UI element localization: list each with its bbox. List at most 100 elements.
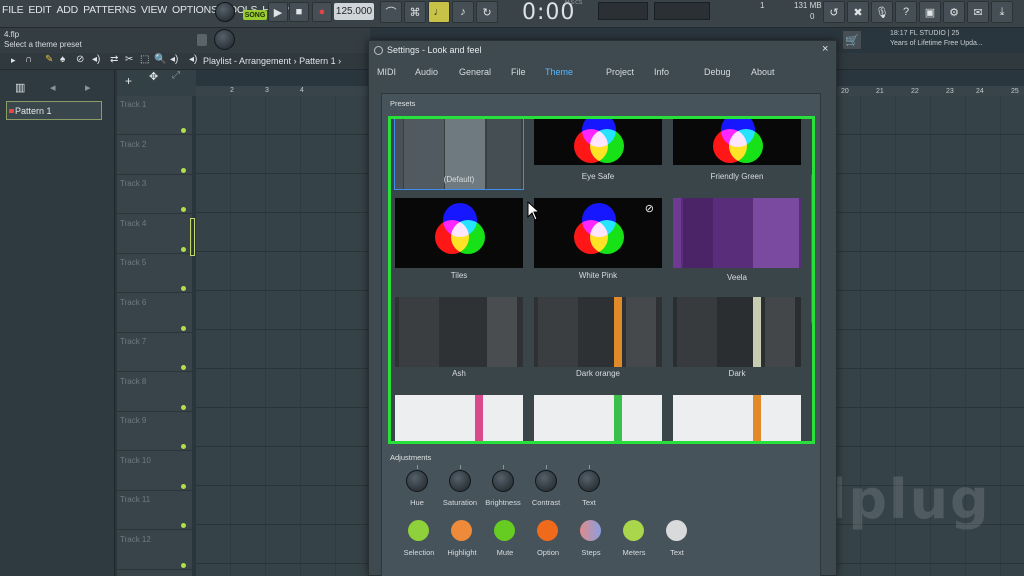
forward-icon[interactable]: ▸ bbox=[85, 81, 91, 94]
track-resize-handle[interactable] bbox=[190, 218, 195, 256]
slice-icon[interactable]: ✂ bbox=[125, 54, 133, 65]
play-button[interactable]: ▶ bbox=[268, 2, 288, 22]
color-swatch-highlight[interactable] bbox=[451, 520, 472, 541]
tab-project[interactable]: Project bbox=[606, 67, 634, 77]
hue-knob[interactable] bbox=[406, 465, 428, 492]
mute-tool-icon[interactable]: ⊘ bbox=[76, 54, 84, 65]
metronome-button[interactable]: ⌒ bbox=[380, 1, 402, 23]
brush-icon[interactable]: ♠ bbox=[60, 54, 65, 65]
disabled-icon: ⊘ bbox=[644, 203, 654, 215]
track-enable-led[interactable] bbox=[181, 128, 186, 133]
tab-debug[interactable]: Debug bbox=[704, 67, 731, 77]
playback-icon[interactable]: ◂) bbox=[170, 54, 178, 65]
track-header[interactable]: Track 12 bbox=[117, 531, 192, 570]
track-enable-led[interactable] bbox=[181, 365, 186, 370]
saturation-knob[interactable] bbox=[449, 465, 471, 492]
track-enable-led[interactable] bbox=[181, 483, 186, 489]
scroll-icon[interactable]: ⤢ bbox=[172, 70, 180, 81]
color-swatch-steps[interactable] bbox=[580, 520, 601, 541]
help-button[interactable]: ? bbox=[895, 1, 917, 23]
blend-notes-button[interactable]: ♪ bbox=[452, 1, 474, 23]
hint-panel bbox=[598, 2, 648, 20]
tab-general[interactable]: General bbox=[459, 67, 491, 77]
pencil-icon[interactable]: ✎ bbox=[45, 54, 53, 65]
track-header[interactable]: Track 10 bbox=[117, 452, 192, 491]
countdown-button[interactable]: ♩ bbox=[428, 1, 450, 23]
tab-theme[interactable]: Theme bbox=[545, 67, 573, 77]
color-swatch-meters[interactable] bbox=[623, 520, 644, 541]
track-header[interactable]: Track 5 bbox=[117, 254, 192, 293]
track-header[interactable]: Track 6 bbox=[117, 294, 192, 333]
news-line-2: Years of Lifetime Free Upda... bbox=[890, 40, 983, 47]
color-swatch-option[interactable] bbox=[537, 520, 558, 541]
track-header[interactable]: Track 2 bbox=[117, 136, 192, 175]
contrast-knob[interactable] bbox=[535, 465, 557, 492]
tempo-display[interactable]: 125.000 bbox=[334, 3, 374, 20]
track-enable-led[interactable] bbox=[181, 404, 186, 410]
menu-add[interactable]: ADD bbox=[57, 4, 79, 16]
chat-button[interactable]: ✉ bbox=[967, 1, 989, 23]
ruler-label: 3 bbox=[265, 87, 269, 94]
tab-info[interactable]: Info bbox=[654, 67, 669, 77]
settings-button[interactable]: ⚙ bbox=[943, 1, 965, 23]
record-button[interactable]: ● bbox=[312, 2, 332, 22]
song-mode-toggle[interactable]: SONG bbox=[243, 10, 267, 20]
track-enable-led[interactable] bbox=[181, 167, 186, 173]
panic-button[interactable]: ↺ bbox=[823, 1, 845, 23]
pattern-item[interactable]: Pattern 1 bbox=[6, 101, 102, 120]
zoom-icon[interactable]: 🔍 bbox=[154, 54, 166, 65]
piano-icon[interactable]: ▥ bbox=[15, 81, 25, 94]
stop-button[interactable]: ■ bbox=[289, 2, 309, 22]
menu-patterns[interactable]: PATTERNS bbox=[83, 4, 136, 16]
track-enable-led[interactable] bbox=[181, 207, 186, 212]
track-header[interactable]: Track 1 bbox=[117, 96, 192, 135]
loop-record-button[interactable]: ↻ bbox=[476, 1, 498, 23]
tools-button[interactable]: ✖ bbox=[847, 1, 869, 23]
track-header[interactable]: Track 7 bbox=[117, 333, 192, 372]
track-enable-led[interactable] bbox=[181, 562, 186, 568]
tab-about[interactable]: About bbox=[751, 67, 775, 77]
track-header[interactable]: Track 9 bbox=[117, 412, 192, 451]
save-button[interactable]: ▣ bbox=[919, 1, 941, 23]
menu-options[interactable]: OPTIONS bbox=[172, 4, 218, 16]
add-track-icon[interactable]: + bbox=[125, 74, 132, 88]
color-swatch-text[interactable] bbox=[666, 520, 687, 541]
slip-icon[interactable]: ⇄ bbox=[110, 54, 118, 65]
menu-file[interactable]: FILE bbox=[2, 4, 24, 16]
track-header[interactable]: Track 3 bbox=[117, 175, 192, 214]
close-icon[interactable]: × bbox=[822, 43, 828, 55]
magnet-icon[interactable]: ∩ bbox=[25, 54, 32, 65]
select-icon[interactable]: ⬚ bbox=[140, 54, 149, 65]
presets-scrollbar[interactable] bbox=[811, 174, 812, 324]
track-header[interactable]: Track 11 bbox=[117, 491, 192, 530]
arrow-right-icon[interactable]: ▸ bbox=[11, 55, 16, 66]
back-icon[interactable]: ◂ bbox=[50, 81, 56, 94]
menu-view[interactable]: VIEW bbox=[141, 4, 167, 16]
speaker-icon[interactable]: ◂) bbox=[92, 54, 100, 65]
menu-edit[interactable]: EDIT bbox=[28, 4, 51, 16]
track-enable-led[interactable] bbox=[181, 286, 186, 291]
tab-midi[interactable]: MIDI bbox=[377, 67, 396, 77]
track-header[interactable]: Track 8 bbox=[117, 373, 192, 412]
master-volume-knob[interactable] bbox=[215, 2, 235, 22]
shop-button[interactable]: 🛒 bbox=[842, 30, 862, 50]
brightness-knob[interactable] bbox=[492, 465, 514, 492]
track-enable-led[interactable] bbox=[181, 325, 186, 331]
track-enable-led[interactable] bbox=[181, 444, 186, 449]
mic-button[interactable]: 🎙 bbox=[871, 1, 893, 23]
tab-file[interactable]: File bbox=[511, 67, 526, 77]
track-enable-led[interactable] bbox=[181, 246, 186, 252]
color-swatch-mute[interactable] bbox=[494, 520, 515, 541]
track-enable-led[interactable] bbox=[181, 523, 186, 528]
wait-input-button[interactable]: ⌘ bbox=[404, 1, 426, 23]
pitch-slider[interactable] bbox=[197, 34, 207, 46]
color-swatch-selection[interactable] bbox=[408, 520, 429, 541]
master-pitch-knob[interactable] bbox=[214, 29, 235, 50]
news-panel[interactable]: 18:17 FL STUDIO | 25 Years of Lifetime F… bbox=[890, 29, 1010, 49]
snap-icon[interactable]: ✥ bbox=[149, 70, 158, 83]
text-knob[interactable] bbox=[578, 465, 600, 492]
track-header[interactable]: Track 4 bbox=[117, 215, 192, 254]
mic-icon: 🎙 bbox=[875, 6, 889, 19]
download-button[interactable]: ⤓ bbox=[991, 1, 1013, 23]
tab-audio[interactable]: Audio bbox=[415, 67, 438, 77]
